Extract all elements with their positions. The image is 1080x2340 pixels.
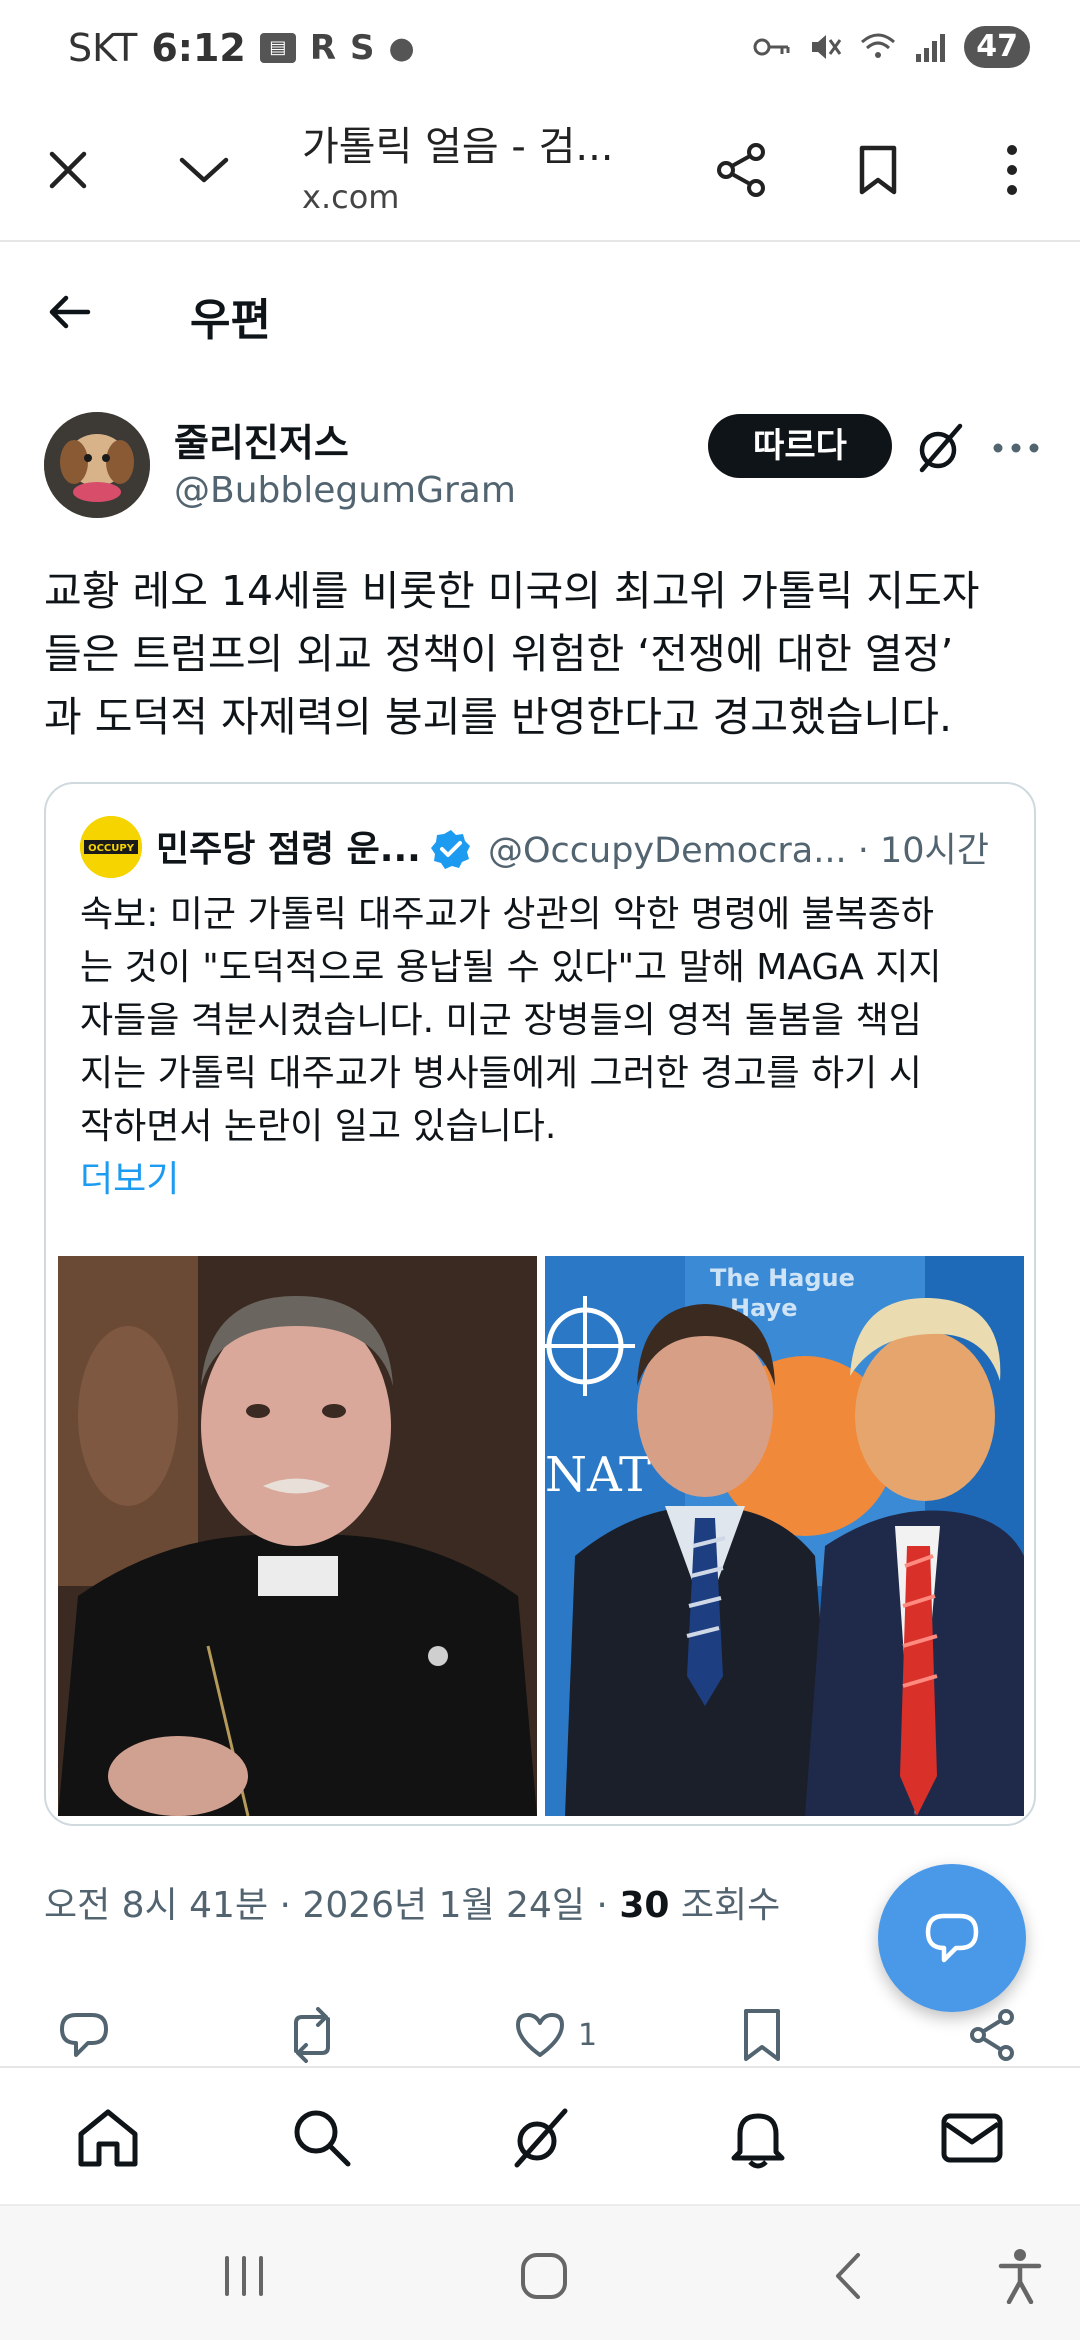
overflow-menu-icon[interactable] — [972, 130, 1052, 210]
notification-icon: ▤ — [259, 33, 296, 63]
like-count: 1 — [578, 2017, 598, 2053]
bookmark-icon — [744, 2009, 780, 2061]
author-handle[interactable]: @BubblegumGram — [174, 470, 516, 511]
view-count: 30 — [619, 1885, 670, 1926]
accessibility-icon[interactable] — [990, 2246, 1050, 2306]
browser-url[interactable]: x.com — [302, 178, 399, 216]
home-icon[interactable] — [72, 2102, 144, 2174]
r-notification-icon: R — [309, 28, 337, 68]
bookmark-button[interactable] — [740, 2000, 784, 2070]
quote-author-name[interactable]: 민주당 점령 운... — [156, 820, 421, 872]
reply-icon — [60, 2013, 108, 2057]
repost-button[interactable] — [282, 2000, 342, 2070]
notifications-bell-icon[interactable] — [722, 2102, 794, 2174]
chevron-down-icon[interactable] — [164, 130, 244, 210]
quote-text-line: 속보: 미군 가톨릭 대주교가 상관의 악한 명령에 불복종하 — [80, 894, 934, 935]
image-caption-text: NAT — [545, 1447, 651, 1503]
heart-icon — [516, 2013, 564, 2057]
grok-icon[interactable] — [910, 418, 970, 478]
quote-handle-time: @OccupyDemocra... · 10시간 — [488, 831, 989, 871]
quote-image-bishop[interactable] — [58, 1256, 537, 1816]
quote-text: 속보: 미군 가톨릭 대주교가 상관의 악한 명령에 불복종하 는 것이 "도덕… — [80, 888, 1010, 1206]
grok-nav-icon[interactable] — [504, 2102, 576, 2174]
s-notification-icon: S — [350, 28, 375, 68]
tweet-text-line: 과 도덕적 자제력의 붕괴를 반영한다고 경고했습니다. — [44, 693, 953, 741]
wifi-icon — [861, 33, 896, 58]
quote-avatar-text: OCCUPY — [88, 843, 135, 854]
quote-avatar[interactable]: OCCUPY — [80, 816, 142, 878]
browser-page-title[interactable]: 가톨릭 얼음 - 검... — [302, 114, 632, 172]
share-button[interactable] — [966, 2000, 1018, 2070]
more-options-icon[interactable] — [986, 418, 1046, 478]
back-arrow-icon[interactable] — [40, 282, 100, 342]
reply-button[interactable] — [56, 2000, 112, 2070]
reply-bubble-icon — [925, 1913, 979, 1963]
quoted-tweet[interactable]: OCCUPY 민주당 점령 운... @OccupyDemocra... · 1… — [44, 782, 1036, 1826]
vpn-key-icon — [753, 38, 790, 56]
follow-button[interactable]: 따르다 — [708, 414, 892, 478]
like-button[interactable]: 1 — [512, 2000, 597, 2070]
carrier-label: SKT — [68, 26, 138, 70]
quote-media[interactable]: The Hague Haye NAT — [58, 1256, 1024, 1816]
close-icon[interactable] — [28, 130, 108, 210]
image-caption-text: The Hague — [710, 1264, 855, 1292]
recent-apps-icon[interactable] — [214, 2246, 274, 2306]
messages-mail-icon[interactable] — [936, 2102, 1008, 2174]
quote-text-line: 작하면서 논란이 일고 있습니다. — [80, 1106, 557, 1147]
more-notifications-icon: ● — [388, 30, 415, 66]
author-name[interactable]: 줄리진저스 — [174, 412, 349, 467]
tweet-text: 교황 레오 14세를 비롯한 미국의 최고위 가톨릭 지도자 들은 트럼프의 외… — [44, 560, 1044, 749]
tweet-timestamp: 오전 8시 41분 · 2026년 1월 24일 · — [44, 1885, 620, 1926]
status-right: 47 — [752, 26, 1030, 68]
share-icon — [970, 2009, 1014, 2061]
tweet-actions: 1 — [0, 2000, 1080, 2070]
search-icon[interactable] — [286, 2102, 358, 2174]
tweet-meta: 오전 8시 41분 · 2026년 1월 24일 · 30 조회수 — [44, 1876, 780, 1928]
clock: 6:12 — [151, 26, 246, 70]
quote-text-line: 는 것이 "도덕적으로 용납될 수 있다"고 말해 MAGA 지지 — [80, 947, 942, 988]
show-more-link[interactable]: 더보기 — [80, 1153, 1010, 1206]
browser-toolbar: 가톨릭 얼음 - 검... x.com — [0, 100, 1080, 242]
tweet-text-line: 교황 레오 14세를 비롯한 미국의 최고위 가톨릭 지도자 — [44, 567, 980, 615]
verified-badge-icon — [430, 828, 472, 870]
share-icon[interactable] — [702, 130, 782, 210]
page-title: 우편 — [190, 295, 271, 346]
status-bar: SKT 6:12 ▤ R S ● 47 — [0, 0, 1080, 100]
system-navigation — [0, 2204, 1080, 2340]
repost-icon — [294, 2007, 330, 2063]
quote-image-officials[interactable]: The Hague Haye NAT — [545, 1256, 1024, 1816]
bottom-navigation — [0, 2066, 1080, 2204]
author-avatar[interactable] — [44, 412, 150, 518]
status-left: SKT 6:12 ▤ R S ● — [68, 26, 415, 70]
signal-icon — [916, 34, 946, 62]
back-button-icon[interactable] — [818, 2246, 878, 2306]
quote-text-line: 지는 가톨릭 대주교가 병사들에게 그러한 경고를 하기 시 — [80, 1053, 922, 1094]
tweet-text-line: 들은 트럼프의 외교 정책이 위험한 ‘전쟁에 대한 열정’ — [44, 630, 954, 678]
view-count-label: 조회수 — [669, 1885, 781, 1926]
page-header: 우편 — [0, 262, 1080, 362]
bookmark-icon[interactable] — [838, 130, 918, 210]
mute-icon — [812, 35, 842, 59]
quote-text-line: 자들을 격분시켰습니다. 미군 장병들의 영적 돌봄을 책임 — [80, 1000, 922, 1041]
battery-indicator: 47 — [964, 26, 1030, 68]
home-button-icon[interactable] — [514, 2246, 574, 2306]
compose-reply-fab[interactable] — [878, 1864, 1026, 2012]
